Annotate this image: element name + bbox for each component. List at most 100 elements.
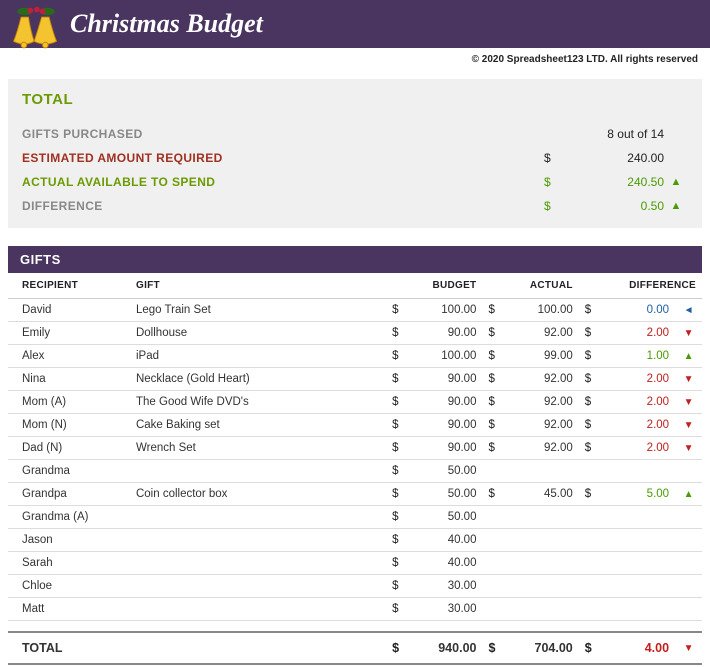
cell-diff [602, 552, 675, 575]
diff-arrow-icon [675, 575, 702, 598]
diff-arrow-icon [675, 598, 702, 621]
table-row: Grandma (A)$50.00 [8, 506, 702, 529]
cell-actual: 92.00 [506, 368, 579, 391]
cell-recipient: Grandpa [8, 483, 130, 506]
cell-budget: 50.00 [409, 483, 482, 506]
cell-budget: 90.00 [409, 368, 482, 391]
cell-actual [506, 575, 579, 598]
cell-diff: 2.00 [602, 414, 675, 437]
diff-arrow-icon: ▼ [675, 437, 702, 460]
table-row: Jason$40.00 [8, 529, 702, 552]
cell-budget: 40.00 [409, 552, 482, 575]
table-row: EmilyDollhouse$90.00$92.00$2.00▼ [8, 322, 702, 345]
cell-budget-currency: $ [386, 598, 409, 621]
cell-actual-currency [482, 529, 505, 552]
summary-row-actual: ACTUAL AVAILABLE TO SPEND $ 240.50 ▲ [22, 170, 688, 194]
table-row: Sarah$40.00 [8, 552, 702, 575]
cell-recipient: Emily [8, 322, 130, 345]
cell-diff [602, 506, 675, 529]
cell-diff [602, 529, 675, 552]
cell-diff-currency [579, 598, 602, 621]
cell-diff-currency [579, 529, 602, 552]
cell-budget-currency: $ [386, 483, 409, 506]
cell-budget: 30.00 [409, 575, 482, 598]
col-budget: BUDGET [386, 273, 482, 299]
summary-actual-label: ACTUAL AVAILABLE TO SPEND [22, 175, 544, 189]
cell-budget: 30.00 [409, 598, 482, 621]
cell-budget-currency: $ [386, 552, 409, 575]
cell-actual-currency [482, 598, 505, 621]
diff-arrow-icon [675, 529, 702, 552]
cell-diff-currency [579, 460, 602, 483]
diff-arrow-icon: ▼ [675, 414, 702, 437]
diff-arrow-icon [675, 552, 702, 575]
cell-budget-currency: $ [386, 437, 409, 460]
cell-actual-currency [482, 460, 505, 483]
cell-budget: 90.00 [409, 322, 482, 345]
totals-arrow-icon: ▼ [675, 632, 702, 664]
cell-gift [130, 552, 386, 575]
cell-actual-currency [482, 575, 505, 598]
cell-actual: 99.00 [506, 345, 579, 368]
cell-diff [602, 575, 675, 598]
cell-budget: 90.00 [409, 414, 482, 437]
cell-recipient: Jason [8, 529, 130, 552]
cell-diff-currency: $ [579, 391, 602, 414]
summary-actual-value: 240.50 [564, 175, 664, 189]
table-row: Chloe$30.00 [8, 575, 702, 598]
cell-diff-currency: $ [579, 299, 602, 322]
cell-diff: 2.00 [602, 322, 675, 345]
cell-recipient: Chloe [8, 575, 130, 598]
table-row: DavidLego Train Set$100.00$100.00$0.00◄ [8, 299, 702, 322]
totals-actual: 704.00 [506, 632, 579, 664]
summary-purchased-label: GIFTS PURCHASED [22, 127, 544, 141]
summary-difference-label: DIFFERENCE [22, 199, 544, 213]
summary-difference-value: 0.50 [564, 199, 664, 213]
cell-actual-currency: $ [482, 368, 505, 391]
cell-gift [130, 460, 386, 483]
cell-recipient: David [8, 299, 130, 322]
cell-budget: 50.00 [409, 460, 482, 483]
gifts-section-header: GIFTS [8, 246, 702, 273]
cell-recipient: Alex [8, 345, 130, 368]
diff-arrow-icon [675, 460, 702, 483]
diff-arrow-icon [675, 506, 702, 529]
cell-diff [602, 460, 675, 483]
gifts-header-row: RECIPIENT GIFT BUDGET ACTUAL DIFFERENCE [8, 273, 702, 299]
cell-actual-currency: $ [482, 299, 505, 322]
table-row: AlexiPad$100.00$99.00$1.00▲ [8, 345, 702, 368]
table-row: Mom (N)Cake Baking set$90.00$92.00$2.00▼ [8, 414, 702, 437]
cell-diff-currency [579, 575, 602, 598]
up-arrow-icon: ▲ [664, 200, 688, 212]
up-arrow-icon: ▲ [664, 176, 688, 188]
cell-gift: The Good Wife DVD's [130, 391, 386, 414]
page-header: Christmas Budget [0, 0, 710, 48]
col-gift: GIFT [130, 273, 386, 299]
cell-actual-currency: $ [482, 437, 505, 460]
table-row: Dad (N)Wrench Set$90.00$92.00$2.00▼ [8, 437, 702, 460]
cell-budget-currency: $ [386, 391, 409, 414]
cell-budget-currency: $ [386, 322, 409, 345]
cell-recipient: Grandma [8, 460, 130, 483]
diff-arrow-icon: ▲ [675, 483, 702, 506]
totals-actual-currency: $ [482, 632, 505, 664]
table-row: Mom (A)The Good Wife DVD's$90.00$92.00$2… [8, 391, 702, 414]
cell-diff: 0.00 [602, 299, 675, 322]
col-actual: ACTUAL [482, 273, 578, 299]
table-row: NinaNecklace (Gold Heart)$90.00$92.00$2.… [8, 368, 702, 391]
cell-budget: 50.00 [409, 506, 482, 529]
cell-diff-currency [579, 552, 602, 575]
totals-diff: 4.00 [602, 632, 675, 664]
totals-row: TOTAL$940.00$704.00$4.00▼ [8, 632, 702, 664]
cell-diff [602, 598, 675, 621]
bells-icon [8, 4, 64, 60]
diff-arrow-icon: ▼ [675, 322, 702, 345]
copyright-text: © 2020 Spreadsheet123 LTD. All rights re… [0, 48, 710, 79]
cell-diff: 5.00 [602, 483, 675, 506]
cell-gift: Cake Baking set [130, 414, 386, 437]
cell-budget: 100.00 [409, 345, 482, 368]
totals-label: TOTAL [8, 632, 130, 664]
cell-actual [506, 506, 579, 529]
cell-recipient: Grandma (A) [8, 506, 130, 529]
table-row: Matt$30.00 [8, 598, 702, 621]
